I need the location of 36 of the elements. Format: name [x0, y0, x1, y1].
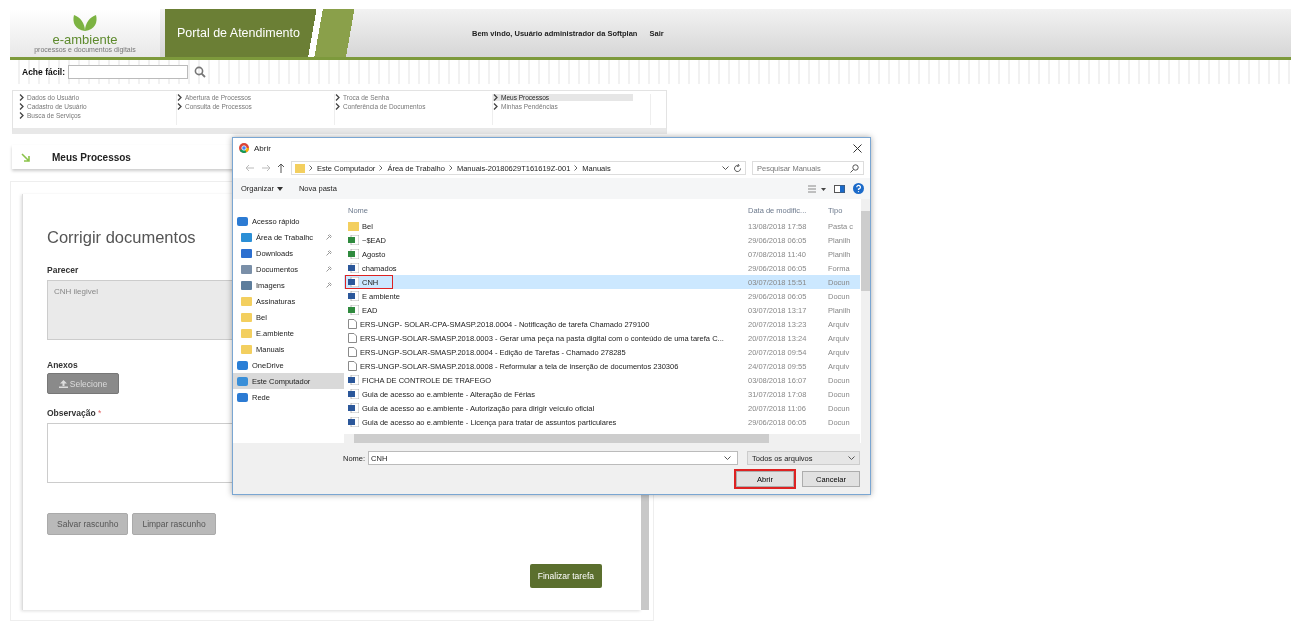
close-icon[interactable] — [853, 143, 862, 153]
caret-icon — [276, 186, 283, 191]
up-arrow-icon[interactable] — [277, 163, 285, 173]
caret-icon[interactable] — [722, 165, 729, 171]
caret-icon[interactable] — [724, 455, 732, 461]
chevron-icon — [379, 165, 384, 171]
finish-button[interactable]: Finalizar tarefa — [529, 564, 602, 588]
required-mark: * — [98, 408, 102, 418]
app-icon — [239, 143, 249, 153]
form-title: Corrigir documentos — [47, 228, 196, 247]
section-title: Meus Processos — [52, 151, 131, 163]
chevron-icon — [574, 165, 579, 171]
search-icon[interactable] — [194, 66, 206, 78]
logo-text: e-ambiente — [52, 32, 118, 46]
preview-pane-icon[interactable] — [834, 184, 845, 193]
field-label: Observação * — [47, 408, 102, 418]
search-label: Ache fácil: — [22, 67, 65, 77]
scrollbar[interactable] — [344, 434, 860, 443]
draft-button[interactable]: Limpar rascunho — [132, 513, 216, 535]
scrollbar[interactable] — [861, 199, 870, 443]
help-icon[interactable] — [853, 183, 864, 194]
arrow-icon — [21, 152, 30, 162]
draft-button[interactable]: Salvar rascunho — [47, 513, 129, 535]
refresh-icon[interactable] — [733, 163, 742, 173]
portal-title: Portal de Atendimento — [177, 26, 300, 40]
search-icon[interactable] — [850, 163, 859, 173]
caret-icon[interactable] — [848, 455, 855, 461]
chevron-icon — [448, 165, 453, 171]
search-field[interactable] — [68, 65, 188, 79]
folder-icon — [295, 163, 305, 173]
upload-icon — [58, 379, 68, 388]
field-label: Anexos — [47, 360, 78, 370]
field-label: Parecer — [47, 265, 79, 275]
chevron-icon — [309, 165, 313, 171]
view-options-icon[interactable] — [808, 184, 826, 193]
dialog-title: Abrir — [254, 143, 271, 153]
